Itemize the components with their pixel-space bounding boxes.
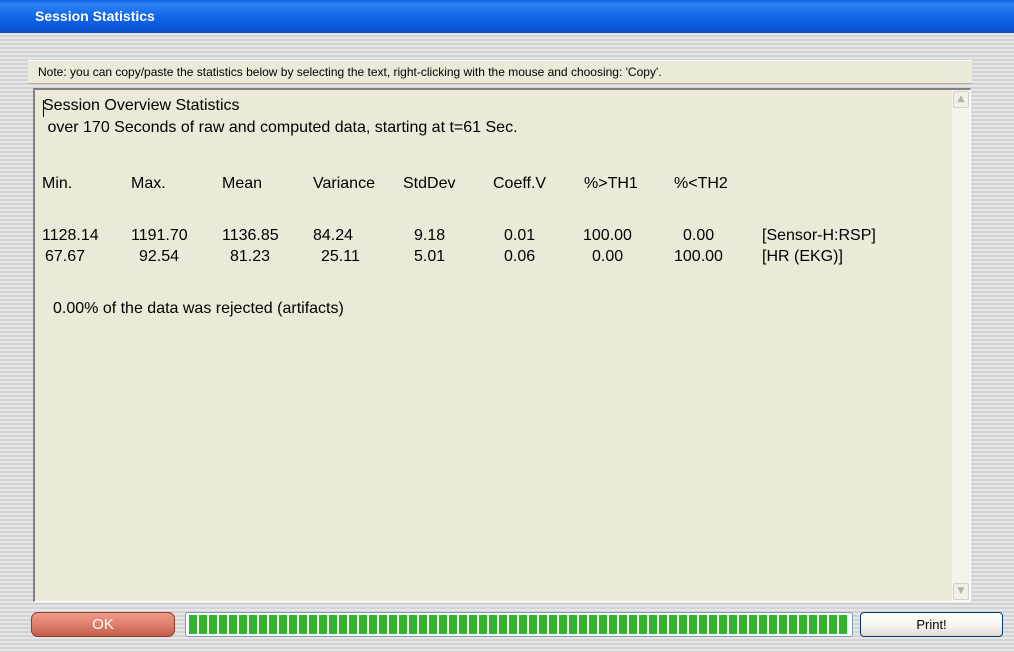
ok-button[interactable]: OK [31,612,175,637]
statistics-text-area[interactable]: Session Overview Statistics over 170 Sec… [33,88,971,602]
stats-subheading: over 170 Seconds of raw and computed dat… [43,119,518,136]
row-1-label: [Sensor-H:RSP] [762,227,876,244]
row-1-pct-gt-th1: 100.00 [583,227,632,244]
row-1-variance: 84.24 [313,227,354,244]
row-1-max: 1191.70 [131,227,188,244]
column-header-pct-lt-th2: %<TH2 [674,175,728,192]
row-2-coeffv: 0.06 [504,248,536,265]
vertical-scrollbar[interactable]: ▲ ▼ [952,90,970,601]
row-2-mean: 81.23 [230,248,271,265]
row-1-mean: 1136.85 [222,227,279,244]
scroll-down-arrow-icon[interactable]: ▼ [953,583,969,600]
row-2-pct-gt-th1: 0.00 [592,248,624,265]
row-1-pct-lt-th2: 0.00 [683,227,715,244]
rejected-data-note: 0.00% of the data was rejected (artifact… [53,300,344,317]
bottom-button-bar: OK Print! [28,608,1008,646]
column-header-pct-gt-th1: %>TH1 [584,175,638,192]
row-2-min: 67.67 [45,248,86,265]
stats-heading: Session Overview Statistics [43,97,240,114]
row-2-pct-lt-th2: 100.00 [674,248,723,265]
column-header-mean: Mean [222,175,263,192]
note-text: Note: you can copy/paste the statistics … [38,65,662,79]
progress-bar [185,612,853,637]
row-1-stddev: 9.18 [414,227,446,244]
progress-bar-fill [189,615,849,634]
row-2-label: [HR (EKG)] [762,248,843,265]
session-statistics-window: Session Statistics Note: you can copy/pa… [0,0,1014,652]
row-1-min: 1128.14 [42,227,99,244]
row-2-max: 92.54 [139,248,180,265]
row-2-stddev: 5.01 [414,248,446,265]
print-button[interactable]: Print! [860,612,1003,637]
column-header-variance: Variance [313,175,375,192]
column-header-max: Max. [131,175,166,192]
row-2-variance: 25.11 [321,248,360,265]
column-header-min: Min. [42,175,73,192]
scroll-up-arrow-icon[interactable]: ▲ [953,91,969,108]
column-header-coeffv: Coeff.V [493,175,547,192]
row-1-coeffv: 0.01 [504,227,536,244]
title-bar[interactable]: Session Statistics [0,0,1014,33]
column-header-stddev: StdDev [403,175,456,192]
window-title: Session Statistics [35,8,155,24]
note-bar: Note: you can copy/paste the statistics … [28,60,972,84]
